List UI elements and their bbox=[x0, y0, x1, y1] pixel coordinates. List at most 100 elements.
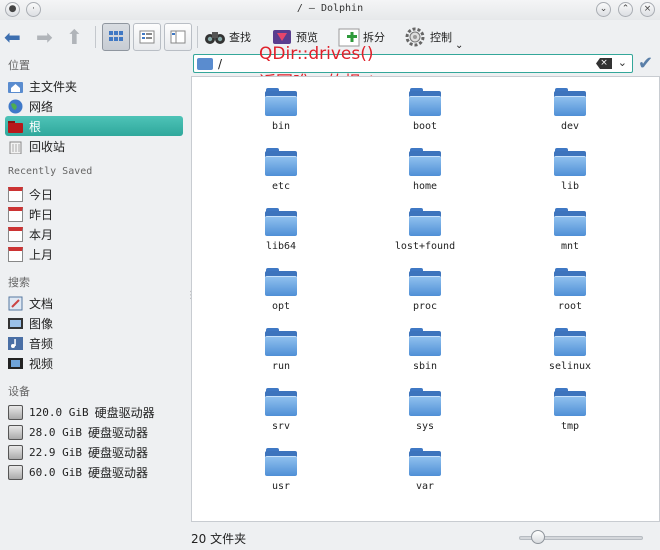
folder-item[interactable]: root bbox=[530, 268, 610, 324]
hard-drive-icon bbox=[8, 404, 23, 420]
folder-item[interactable]: boot bbox=[385, 88, 465, 144]
details-view-button[interactable] bbox=[133, 23, 161, 51]
folder-icon bbox=[554, 208, 586, 236]
folder-name: usr bbox=[271, 481, 291, 492]
device-size: 60.0 GiB bbox=[29, 465, 82, 479]
device-label: 硬盘驱动器 bbox=[87, 425, 148, 440]
sidebar-item-device[interactable]: 120.0 GiB 硬盘驱动器 bbox=[5, 402, 183, 422]
folder-item[interactable]: opt bbox=[241, 268, 321, 324]
folder-icon bbox=[554, 88, 586, 116]
toolbar-separator bbox=[197, 26, 198, 48]
folder-name: run bbox=[271, 361, 291, 372]
folder-name: opt bbox=[271, 301, 291, 312]
sidebar-item-label: 昨日 bbox=[29, 207, 54, 222]
sidebar-item-trash[interactable]: 回收站 bbox=[5, 136, 183, 156]
hard-drive-icon bbox=[8, 444, 23, 460]
folder-item[interactable]: lib64 bbox=[241, 208, 321, 264]
folder-icon bbox=[554, 328, 586, 356]
folder-item[interactable]: mnt bbox=[530, 208, 610, 264]
sidebar-item-home[interactable]: 主文件夹 bbox=[5, 76, 183, 96]
folder-item[interactable]: dev bbox=[530, 88, 610, 144]
chevron-down-icon[interactable]: ⌄ bbox=[618, 56, 627, 69]
folder-item[interactable]: home bbox=[385, 148, 465, 204]
sidebar-item-label: 文档 bbox=[29, 296, 54, 311]
sidebar-item-last-month[interactable]: 上月 bbox=[5, 244, 183, 264]
forward-button[interactable]: ➡ bbox=[36, 23, 53, 51]
folder-icon bbox=[554, 268, 586, 296]
calendar-last-month-icon bbox=[8, 246, 23, 262]
folder-icon bbox=[409, 328, 441, 356]
sidebar-item-today[interactable]: 今日 bbox=[5, 184, 183, 204]
find-button[interactable]: 查找 bbox=[204, 23, 251, 51]
folder-name: lib64 bbox=[265, 241, 297, 252]
folder-name: sbin bbox=[412, 361, 438, 372]
sidebar-item-device[interactable]: 28.0 GiB 硬盘驱动器 bbox=[5, 422, 183, 442]
control-button[interactable]: 控制 ⌄ bbox=[404, 23, 464, 51]
preview-label: 预览 bbox=[296, 31, 318, 44]
sidebar-item-audio[interactable]: 音频 bbox=[5, 333, 183, 353]
folder-item[interactable]: tmp bbox=[530, 388, 610, 444]
home-folder-icon bbox=[8, 79, 23, 94]
columns-view-icon bbox=[170, 30, 186, 44]
folder-name: root bbox=[557, 301, 583, 312]
device-label: 硬盘驱动器 bbox=[94, 405, 155, 420]
calendar-today-icon bbox=[8, 186, 23, 202]
folder-item[interactable]: selinux bbox=[530, 328, 610, 384]
maximize-icon[interactable]: ⌃ bbox=[618, 2, 633, 17]
sidebar-item-images[interactable]: 图像 bbox=[5, 313, 183, 333]
checkmark-icon[interactable]: ✔ bbox=[638, 53, 653, 74]
find-label: 查找 bbox=[229, 31, 251, 44]
status-bar: 20 文件夹 bbox=[191, 524, 660, 550]
folder-icon bbox=[554, 148, 586, 176]
folder-item[interactable]: proc bbox=[385, 268, 465, 324]
sidebar-item-device[interactable]: 22.9 GiB 硬盘驱动器 bbox=[5, 442, 183, 462]
hard-drive-icon bbox=[8, 424, 23, 440]
folder-name: var bbox=[415, 481, 435, 492]
device-size: 22.9 GiB bbox=[29, 445, 82, 459]
video-icon bbox=[8, 356, 23, 371]
sidebar-item-documents[interactable]: 文档 bbox=[5, 293, 183, 313]
close-icon[interactable]: × bbox=[640, 2, 655, 17]
zoom-slider-handle[interactable] bbox=[530, 530, 545, 544]
folder-icon bbox=[409, 388, 441, 416]
sidebar-item-video[interactable]: 视频 bbox=[5, 353, 183, 373]
folder-item[interactable]: etc bbox=[241, 148, 321, 204]
folder-icon bbox=[265, 88, 297, 116]
sidebar-item-network[interactable]: 网络 bbox=[5, 96, 183, 116]
folder-item[interactable]: lost+found bbox=[385, 208, 465, 264]
folder-icon bbox=[265, 148, 297, 176]
documents-icon bbox=[8, 296, 23, 311]
folder-item[interactable]: usr bbox=[241, 448, 321, 504]
up-button[interactable]: ⬆ bbox=[66, 23, 83, 51]
binoculars-icon bbox=[205, 32, 225, 44]
folder-item[interactable]: lib bbox=[530, 148, 610, 204]
columns-view-button[interactable] bbox=[164, 23, 192, 51]
folder-item[interactable]: sys bbox=[385, 388, 465, 444]
folder-name: mnt bbox=[560, 241, 580, 252]
hard-drive-icon bbox=[8, 464, 23, 480]
back-button[interactable]: ⬅ bbox=[4, 23, 21, 51]
sidebar-item-this-month[interactable]: 本月 bbox=[5, 224, 183, 244]
up-arrow-icon: ⬆ bbox=[66, 25, 83, 49]
folder-icon bbox=[265, 328, 297, 356]
folder-item[interactable]: var bbox=[385, 448, 465, 504]
folder-item[interactable]: bin bbox=[241, 88, 321, 144]
folder-name: tmp bbox=[560, 421, 580, 432]
folder-name: lib bbox=[560, 181, 580, 192]
details-view-icon bbox=[139, 30, 155, 44]
places-panel: 位置 主文件夹 网络 根 回收站 Recently Saved 今日 昨日 本月 bbox=[0, 54, 186, 550]
icons-view-button[interactable] bbox=[102, 23, 130, 51]
sidebar-item-label: 主文件夹 bbox=[29, 79, 78, 94]
folder-item[interactable]: sbin bbox=[385, 328, 465, 384]
sidebar-item-device[interactable]: 60.0 GiB 硬盘驱动器 bbox=[5, 462, 183, 482]
folder-item[interactable]: run bbox=[241, 328, 321, 384]
clear-location-icon[interactable]: × bbox=[596, 58, 612, 69]
sidebar-item-label: 图像 bbox=[29, 316, 54, 331]
folder-item[interactable]: srv bbox=[241, 388, 321, 444]
minimize-icon[interactable]: ⌄ bbox=[596, 2, 611, 17]
section-devices: 设备 bbox=[8, 385, 30, 398]
chevron-down-icon: ⌄ bbox=[455, 39, 464, 51]
sidebar-item-yesterday[interactable]: 昨日 bbox=[5, 204, 183, 224]
gear-icon bbox=[405, 27, 425, 47]
sidebar-item-root[interactable]: 根 bbox=[5, 116, 183, 136]
